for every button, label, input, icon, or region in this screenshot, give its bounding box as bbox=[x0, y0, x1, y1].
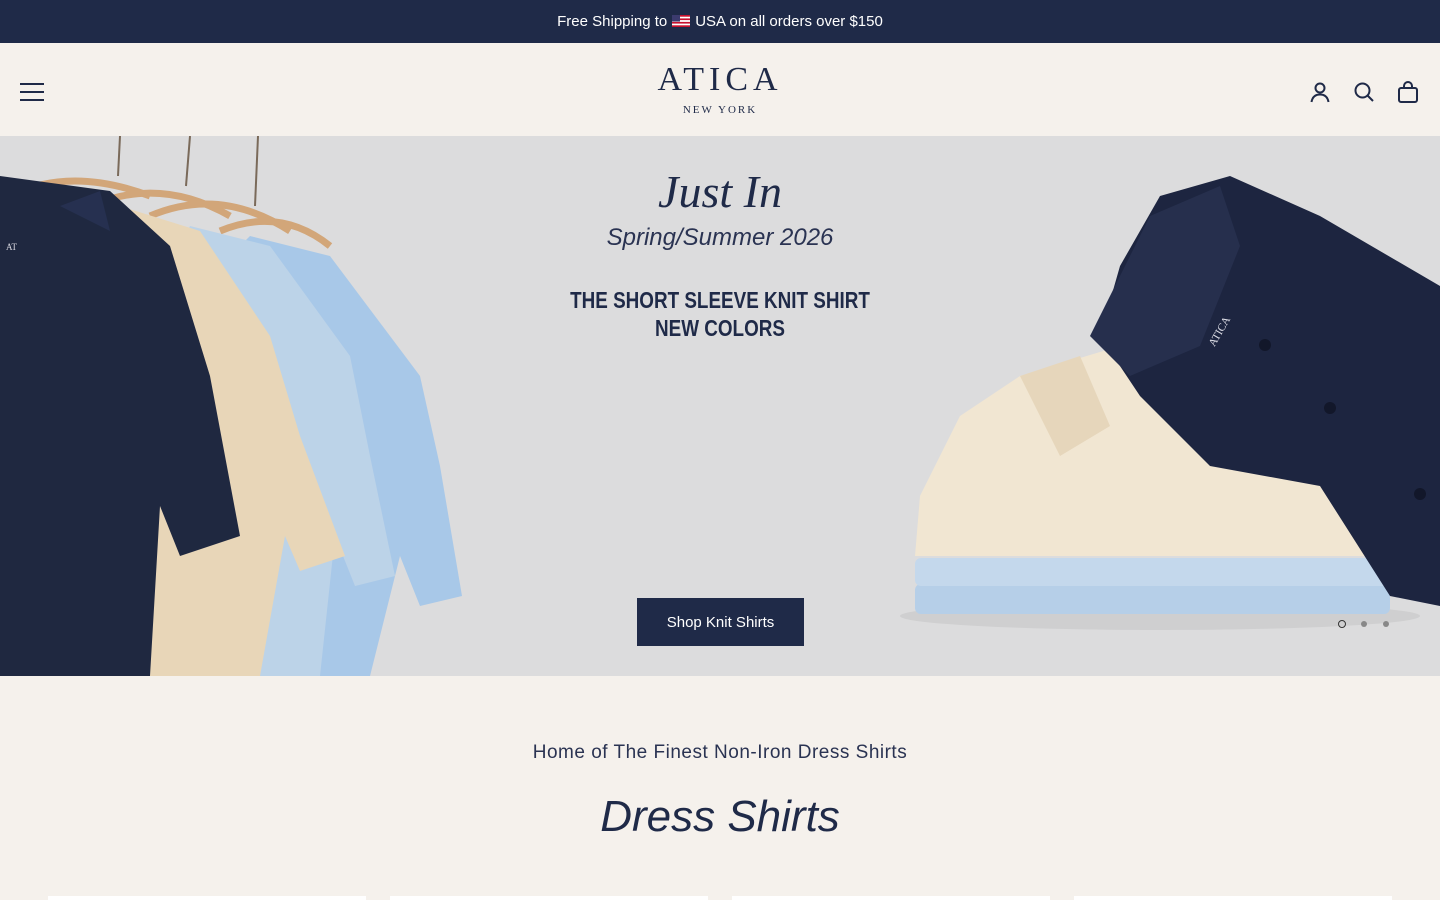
slide-dot-2[interactable] bbox=[1361, 621, 1367, 627]
brand-name: ATICA bbox=[657, 61, 783, 98]
us-flag-icon bbox=[672, 14, 691, 27]
product-card[interactable] bbox=[48, 896, 366, 900]
slide-dot-3[interactable] bbox=[1383, 621, 1389, 627]
account-icon[interactable] bbox=[1308, 80, 1332, 104]
hero-heading-line-1: THE SHORT SLEEVE KNIT SHIRT bbox=[570, 287, 870, 313]
hero-banner: AT ATICA Just In Spring/Summer 2026 THE … bbox=[0, 136, 1440, 676]
hero-text-block: Just In Spring/Summer 2026 THE SHORT SLE… bbox=[520, 166, 920, 342]
product-card[interactable] bbox=[732, 896, 1050, 900]
section-title: Dress Shirts bbox=[600, 792, 840, 841]
product-grid bbox=[48, 896, 1392, 900]
section-tagline: Home of The Finest Non-Iron Dress Shirts bbox=[532, 742, 908, 763]
search-icon[interactable] bbox=[1352, 80, 1376, 104]
product-card[interactable] bbox=[390, 896, 708, 900]
announcement-text-start: Free Shipping to bbox=[557, 13, 668, 30]
svg-text:AT: AT bbox=[6, 242, 18, 252]
shop-knit-shirts-button[interactable]: Shop Knit Shirts bbox=[637, 598, 804, 646]
hero-eyebrow: Just In bbox=[658, 166, 782, 217]
hanging-shirts-image: AT bbox=[0, 136, 462, 676]
folded-shirts-image: ATICA bbox=[900, 176, 1440, 630]
slideshow-dots bbox=[1338, 620, 1390, 628]
slide-dot-1[interactable] bbox=[1338, 620, 1346, 628]
hero-season: Spring/Summer 2026 bbox=[606, 224, 834, 251]
announcement-bar: Free Shipping to USA on all orders over … bbox=[0, 0, 1440, 43]
brand-subtitle: NEW YORK bbox=[682, 104, 758, 116]
announcement-text-end: USA on all orders over $150 bbox=[695, 13, 883, 30]
brand-logo[interactable]: ATICA NEW YORK bbox=[620, 61, 820, 117]
product-card[interactable] bbox=[1074, 896, 1392, 900]
cart-icon[interactable] bbox=[1396, 80, 1420, 104]
hero-heading: THE SHORT SLEEVE KNIT SHIRT NEW COLORS bbox=[556, 286, 884, 342]
menu-icon[interactable] bbox=[20, 83, 44, 101]
hero-heading-line-2: NEW COLORS bbox=[655, 315, 785, 341]
site-header: ATICA NEW YORK bbox=[0, 43, 1440, 136]
